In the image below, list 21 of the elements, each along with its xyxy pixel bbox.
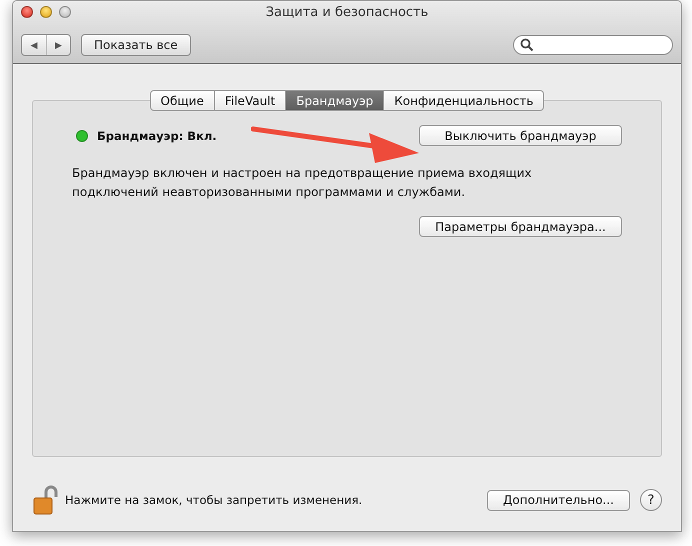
turn-off-firewall-button[interactable]: Выключить брандмауэр (419, 125, 622, 146)
open-padlock-icon[interactable] (32, 485, 58, 515)
window-title: Защита и безопасность (266, 4, 428, 20)
firewall-description: Брандмауэр включен и настроен на предотвращение приема входящих подключений неавторизованными программами и службами. (72, 165, 533, 201)
tab[interactable]: FileVault (214, 90, 286, 111)
firewall-options-button[interactable]: Параметры брандмауэра... (419, 216, 622, 237)
search-field[interactable] (513, 35, 673, 55)
show-all-button[interactable]: Показать все (81, 34, 191, 56)
close-button[interactable] (21, 6, 33, 18)
tab[interactable]: Общие (150, 90, 215, 111)
advanced-button[interactable]: Дополнительно... (487, 490, 630, 510)
firewall-status: Брандмауэр: Вкл. (97, 128, 217, 142)
tab[interactable]: Конфиденциальность (384, 90, 544, 111)
minimize-button[interactable] (40, 6, 52, 18)
lock-hint: Нажмите на замок, чтобы запретить изменения. (65, 493, 362, 507)
zoom-button[interactable] (59, 6, 71, 18)
forward-button[interactable]: ▶ (46, 35, 70, 55)
help-button[interactable]: ? (640, 489, 662, 511)
tab[interactable]: Брандмауэр (286, 90, 384, 111)
back-button[interactable]: ◀ (22, 35, 46, 55)
search-icon (520, 38, 534, 52)
